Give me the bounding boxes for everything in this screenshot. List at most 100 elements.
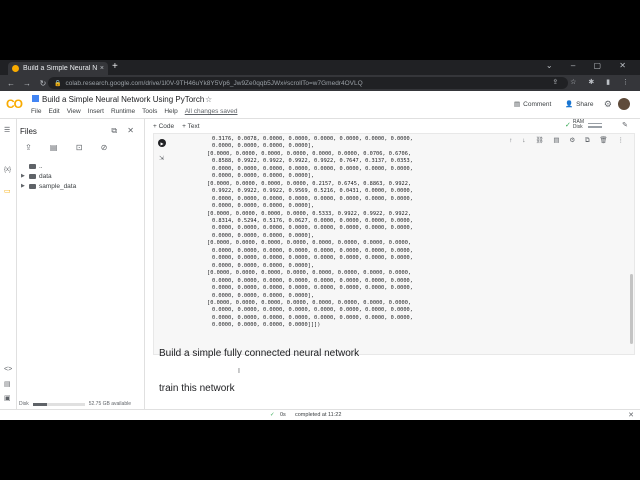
chevron-right-icon[interactable]: ▶ <box>21 173 29 179</box>
ram-disk-indicator[interactable]: ✓ RAM Disk <box>565 120 602 130</box>
output-line: [0.0000, 0.0000, 0.0000, 0.0000, 0.0000,… <box>207 240 412 247</box>
add-code-button[interactable]: + Code <box>153 123 174 130</box>
output-line: 0.0000, 0.0000, 0.0000, 0.0000], <box>212 232 315 239</box>
run-cell-button[interactable]: ▶ <box>158 139 166 147</box>
star-icon[interactable]: ☆ <box>205 95 212 104</box>
close-tab-icon[interactable]: × <box>100 65 104 72</box>
browser-tab-bar: Build a Simple Neural Ne × + ⌄ – ▢ ✕ <box>0 60 640 75</box>
output-line: 0.0000, 0.0000, 0.0000, 0.0000], <box>212 203 315 210</box>
files-toolbar-icons[interactable]: ⇪ ▤ ⊡ ⊘ <box>25 143 115 152</box>
avatar[interactable] <box>618 98 630 110</box>
folder-icon <box>29 183 36 189</box>
output-line: 0.0000, 0.0000, 0.0000, 0.0000, 0.0000, … <box>212 285 413 292</box>
output-line: 0.0000, 0.0000, 0.0000, 0.0000], <box>212 262 315 269</box>
output-line: 0.0000, 0.0000, 0.0000, 0.0000, 0.0000, … <box>212 277 413 284</box>
left-icon-rail: ☰ {x} ▭ <> ▤ ▣ <box>0 119 17 409</box>
table-of-contents-icon[interactable]: ☰ <box>4 126 10 134</box>
forward-icon[interactable]: → <box>22 79 32 88</box>
output-line: 0.0000, 0.0000, 0.0000, 0.0000, 0.0000, … <box>212 255 413 262</box>
output-line: [0.0000, 0.0000, 0.0000, 0.0000, 0.5333,… <box>207 210 412 217</box>
file-tree-item-data[interactable]: ▶ data <box>21 171 76 181</box>
status-bar: ✓ 0s completed at 11:22 ✕ <box>0 409 640 420</box>
output-line: 0.0000, 0.0000, 0.0000, 0.0000, 0.0000, … <box>212 307 413 314</box>
letterbox-bottom <box>0 420 640 480</box>
command-palette-icon[interactable]: ▤ <box>4 380 11 388</box>
colab-menu-bar: File Edit View Insert Runtime Tools Help… <box>31 108 237 115</box>
drive-icon <box>32 95 39 102</box>
panel-window-icons[interactable]: ⧉ ✕ <box>111 126 138 136</box>
comment-button[interactable]: ▤ Comment <box>514 100 552 109</box>
cell-output: 0.3176, 0.0078, 0.0000, 0.0000, 0.0000, … <box>207 136 413 330</box>
notebook-toolbar: + Code + Text ✓ RAM Disk ✎ <box>145 119 640 133</box>
close-status-icon[interactable]: ✕ <box>628 411 634 419</box>
url-text: colab.research.google.com/drive/1l0V-9TH… <box>65 79 363 87</box>
output-line: 0.0000, 0.0000, 0.0000, 0.0000, 0.0000, … <box>212 225 413 232</box>
disk-usage-bar <box>32 402 85 406</box>
settings-gear-icon[interactable]: ⚙ <box>604 99 612 110</box>
url-omnibox[interactable]: 🔒 colab.research.google.com/drive/1l0V-9… <box>48 77 568 89</box>
status-check-icon: ✓ <box>270 412 275 418</box>
output-menu-icon[interactable]: ⇲ <box>159 155 164 162</box>
menu-help[interactable]: Help <box>164 108 177 115</box>
menu-tools[interactable]: Tools <box>142 108 157 115</box>
file-tree-item-sample-data[interactable]: ▶ sample_data <box>21 181 76 191</box>
save-status[interactable]: All changes saved <box>185 108 238 115</box>
disk-usage: Disk 52.75 GB available <box>19 401 131 407</box>
output-line: 0.0000, 0.0000, 0.0000, 0.0000], <box>212 292 315 299</box>
completion-status[interactable]: completed at 11:22 <box>295 412 341 418</box>
reload-icon[interactable]: ↻ <box>38 79 48 88</box>
menu-insert[interactable]: Insert <box>88 108 104 115</box>
back-icon[interactable]: ← <box>6 79 16 88</box>
terminal-icon[interactable]: ▣ <box>4 394 11 402</box>
menu-file[interactable]: File <box>31 108 41 115</box>
chevron-right-icon[interactable]: ▶ <box>21 183 29 189</box>
folder-icon <box>29 173 36 179</box>
output-line: [0.0000, 0.0000, 0.0000, 0.0000, 0.2157,… <box>207 180 412 187</box>
variables-icon[interactable]: {x} <box>4 167 11 173</box>
files-panel-title: Files <box>20 127 37 136</box>
new-tab-button[interactable]: + <box>112 61 118 72</box>
browser-tab[interactable]: Build a Simple Neural Ne × <box>8 62 108 75</box>
file-tree-item-parent[interactable]: .. <box>21 161 76 171</box>
share-icon: 👤 <box>565 101 574 108</box>
edit-pencil-icon[interactable]: ✎ <box>622 121 628 129</box>
output-line: [0.0000, 0.0000, 0.0000, 0.0000, 0.0000,… <box>207 299 412 306</box>
output-line: 0.0000, 0.0000, 0.0000, 0.0000, 0.0000, … <box>212 195 413 202</box>
code-cell[interactable]: ▶ ⇲ ↑ ↓ ⛓ ▤ ⚙ ⧉ 🗑 ⋮ 0.3176, 0.0078, 0.00… <box>153 133 635 355</box>
output-line: 0.3176, 0.0078, 0.0000, 0.0000, 0.0000, … <box>212 136 413 142</box>
ram-disk-label: Disk <box>572 124 583 130</box>
comment-icon: ▤ <box>514 101 521 108</box>
share-label: Share <box>576 100 594 108</box>
file-tree: .. ▶ data ▶ sample_data <box>21 161 76 191</box>
output-scrollbar[interactable] <box>630 274 633 344</box>
text-cursor-icon: I <box>238 368 240 375</box>
notebook-title[interactable]: Build a Simple Neural Network Using PyTo… <box>42 95 204 104</box>
menu-edit[interactable]: Edit <box>48 108 59 115</box>
markdown-heading-network[interactable]: Build a simple fully connected neural ne… <box>159 348 359 359</box>
window-controls-icon[interactable]: ⌄ – ▢ ✕ <box>546 61 634 70</box>
output-line: 0.8314, 0.5294, 0.5176, 0.0627, 0.0000, … <box>212 217 413 224</box>
share-button[interactable]: 👤 Share <box>565 100 594 109</box>
code-snippets-icon[interactable]: <> <box>4 366 12 373</box>
output-line: 0.0000, 0.0000, 0.0000, 0.0000, 0.0000, … <box>212 314 413 321</box>
menu-view[interactable]: View <box>67 108 81 115</box>
extensions-icons[interactable]: ⇪ ☆ ✱ ▮ ⋮ <box>552 78 634 86</box>
output-line: 0.9922, 0.9922, 0.9922, 0.9569, 0.5216, … <box>212 188 413 195</box>
markdown-heading-train[interactable]: train this network <box>159 383 235 394</box>
comment-label: Comment <box>523 100 552 108</box>
execution-time: 0s <box>280 412 286 418</box>
browser-address-bar: ← → ↻ 🔒 colab.research.google.com/drive/… <box>0 75 640 91</box>
output-line: 0.0000, 0.0000, 0.0000, 0.0000, 0.0000, … <box>212 165 413 172</box>
output-line: 0.8588, 0.9922, 0.9922, 0.9922, 0.9922, … <box>212 158 413 165</box>
files-panel: Files ⧉ ✕ ⇪ ▤ ⊡ ⊘ .. ▶ data ▶ sample_dat… <box>17 119 145 409</box>
add-text-button[interactable]: + Text <box>182 123 199 130</box>
lock-icon: 🔒 <box>54 80 62 87</box>
colab-logo-icon[interactable]: CO <box>6 97 23 111</box>
connected-check-icon: ✓ <box>565 121 571 129</box>
folder-icon <box>29 163 36 169</box>
disk-available: 52.75 GB available <box>88 401 131 407</box>
output-line: 0.0000, 0.0000, 0.0000, 0.0000], <box>212 173 315 180</box>
menu-runtime[interactable]: Runtime <box>111 108 135 115</box>
cell-toolbar-icons[interactable]: ↑ ↓ ⛓ ▤ ⚙ ⧉ 🗑 ⋮ <box>509 136 628 145</box>
files-folder-icon[interactable]: ▭ <box>4 187 11 195</box>
